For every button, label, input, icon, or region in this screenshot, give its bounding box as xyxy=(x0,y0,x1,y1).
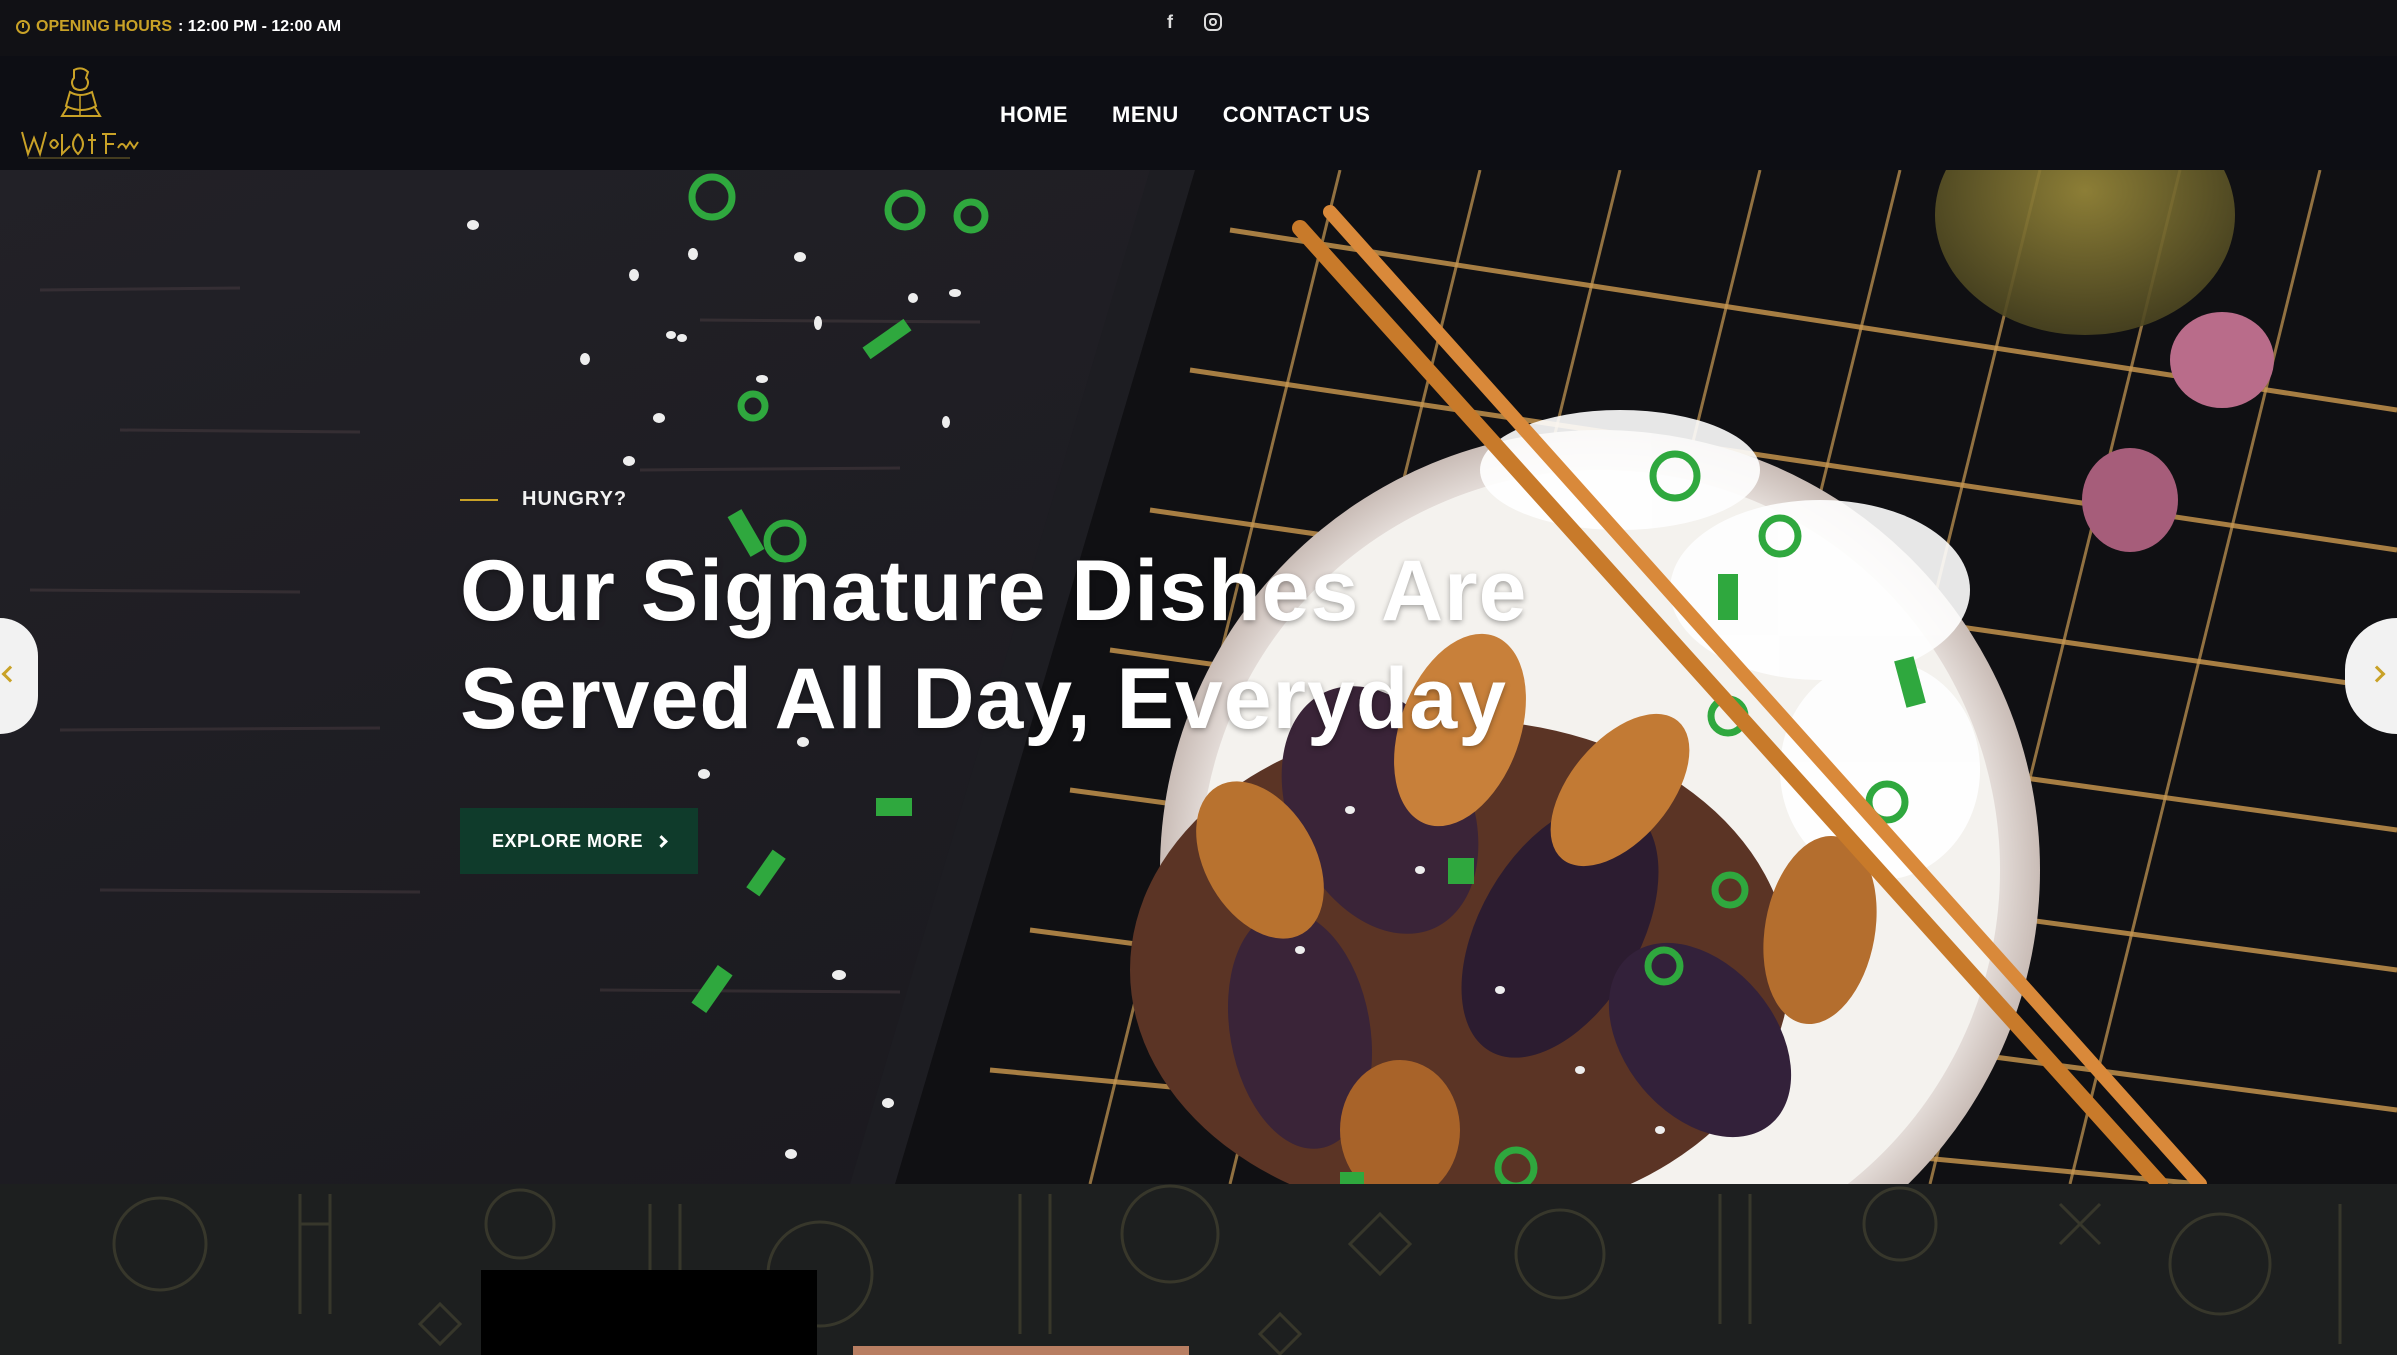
instagram-icon[interactable] xyxy=(1204,13,1222,31)
eyebrow-divider xyxy=(460,498,498,501)
brand-logo[interactable] xyxy=(18,64,142,164)
pattern-section xyxy=(0,1184,2397,1355)
top-info-bar: OPENING HOURS : 12:00 PM - 12:00 AM f xyxy=(0,0,2397,56)
social-links: f xyxy=(1158,10,1222,34)
nav-menu[interactable]: MENU xyxy=(1112,102,1179,128)
decorative-pattern xyxy=(112,1184,2342,1355)
media-placeholder xyxy=(481,1270,817,1355)
hero-eyebrow: HUNGRY? xyxy=(460,488,1660,511)
hero-slider: HUNGRY? Our Signature Dishes Are Served … xyxy=(0,170,2397,1184)
opening-hours-value: : 12:00 PM - 12:00 AM xyxy=(178,18,342,35)
hero-content: HUNGRY? Our Signature Dishes Are Served … xyxy=(460,488,1660,874)
headline-line-1: Our Signature Dishes Are xyxy=(460,543,1528,639)
chevron-right-icon xyxy=(655,834,668,848)
chevron-right-icon xyxy=(2368,665,2386,683)
opening-hours: OPENING HOURS : 12:00 PM - 12:00 AM xyxy=(16,14,341,40)
opening-hours-label: OPENING HOURS xyxy=(36,18,173,35)
nav-home[interactable]: HOME xyxy=(1000,102,1068,128)
food-photo-edge xyxy=(853,1346,1189,1355)
eyebrow-text: HUNGRY? xyxy=(522,488,628,510)
hero-headline: Our Signature Dishes Are Served All Day,… xyxy=(460,537,1660,753)
explore-more-label: EXPLORE MORE xyxy=(491,830,644,851)
nav-contact-us[interactable]: CONTACT US xyxy=(1223,102,1371,128)
main-navbar: HOME MENU CONTACT US xyxy=(0,56,2397,170)
clock-icon xyxy=(16,20,30,34)
primary-nav: HOME MENU CONTACT US xyxy=(1000,102,1370,128)
headline-line-2: Served All Day, Everyday xyxy=(460,651,1508,747)
explore-more-button[interactable]: EXPLORE MORE xyxy=(460,808,698,874)
chevron-left-icon xyxy=(1,665,19,683)
facebook-icon[interactable]: f xyxy=(1158,10,1182,34)
